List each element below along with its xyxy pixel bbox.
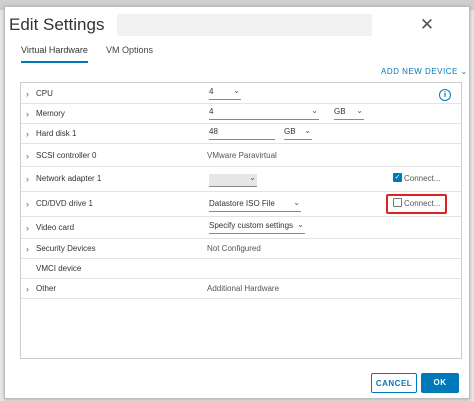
expand-chevron-icon[interactable]: › <box>26 151 29 161</box>
cpu-label: CPU <box>36 89 53 98</box>
memory-value: 4 <box>209 107 214 116</box>
expand-chevron-icon[interactable]: › <box>26 174 29 184</box>
cdrom-label: CD/DVD drive 1 <box>36 199 93 208</box>
scsi-value: VMware Paravirtual <box>207 151 277 160</box>
video-value: Specify custom settings <box>209 221 294 230</box>
add-new-device-button[interactable]: ADD NEW DEVICE ⌄ <box>381 67 468 76</box>
cpu-value: 4 <box>209 87 214 96</box>
vmci-label: VMCI device <box>36 264 82 273</box>
close-icon[interactable]: ✕ <box>419 16 435 33</box>
memory-unit-select[interactable]: GB ⌄ <box>334 106 364 120</box>
expand-chevron-icon[interactable]: › <box>26 199 29 209</box>
cpu-select[interactable]: 4 ⌄ <box>209 86 241 100</box>
row-other: › Other Additional Hardware <box>21 278 461 299</box>
chevron-down-icon: ⌄ <box>233 86 240 95</box>
chevron-down-icon: ⌄ <box>304 126 311 135</box>
memory-select[interactable]: 4 ⌄ <box>209 106 319 120</box>
expand-chevron-icon[interactable]: › <box>26 244 29 254</box>
row-cpu: › CPU 4 ⌄ <box>21 83 461 104</box>
security-label: Security Devices <box>36 244 96 253</box>
dialog-title: Edit Settings <box>9 15 105 34</box>
hard-disk-size-input[interactable]: 48 <box>209 127 275 140</box>
edit-settings-dialog: Edit Settings ✕ Virtual Hardware VM Opti… <box>4 6 470 399</box>
hard-disk-unit-select[interactable]: GB ⌄ <box>284 126 312 140</box>
row-video-card: › Video card Specify custom settings ⌄ <box>21 216 461 239</box>
hard-disk-label: Hard disk 1 <box>36 129 77 138</box>
connect-highlight-box <box>386 194 447 214</box>
row-scsi-controller: › SCSI controller 0 VMware Paravirtual <box>21 143 461 167</box>
security-value: Not Configured <box>207 244 261 253</box>
row-security-devices: › Security Devices Not Configured <box>21 238 461 259</box>
tab-vm-options[interactable]: VM Options <box>106 45 153 61</box>
network-select[interactable]: ⌄ <box>209 173 257 187</box>
hard-disk-unit: GB <box>284 127 296 136</box>
cdrom-value: Datastore ISO File <box>209 199 275 208</box>
chevron-down-icon: ⌄ <box>297 220 304 229</box>
scsi-label: SCSI controller 0 <box>36 151 97 160</box>
expand-chevron-icon[interactable]: › <box>26 89 29 99</box>
ok-button[interactable]: OK <box>421 373 459 393</box>
chevron-down-icon: ⌄ <box>311 106 318 115</box>
chevron-down-icon: ⌄ <box>356 106 363 115</box>
memory-label: Memory <box>36 109 65 118</box>
hard-disk-value: 48 <box>209 127 218 136</box>
expand-chevron-icon[interactable]: › <box>26 284 29 294</box>
expand-chevron-icon[interactable]: › <box>26 109 29 119</box>
video-card-select[interactable]: Specify custom settings ⌄ <box>209 220 305 234</box>
chevron-down-icon: ⌄ <box>293 198 300 207</box>
tab-virtual-hardware[interactable]: Virtual Hardware <box>21 45 88 63</box>
network-label: Network adapter 1 <box>36 174 102 183</box>
expand-chevron-icon[interactable]: › <box>26 223 29 233</box>
row-vmci-device: VMCI device <box>21 258 461 279</box>
cancel-button[interactable]: CANCEL <box>371 373 417 393</box>
network-connect-label: Connect... <box>404 174 441 183</box>
row-memory: › Memory 4 ⌄ GB ⌄ <box>21 103 461 124</box>
vm-name-redacted <box>117 14 372 36</box>
cdrom-source-select[interactable]: Datastore ISO File ⌄ <box>209 198 301 212</box>
row-network-adapter: › Network adapter 1 ⌄ ✓ Connect... <box>21 166 461 192</box>
other-value: Additional Hardware <box>207 284 280 293</box>
row-hard-disk: › Hard disk 1 48 GB ⌄ <box>21 123 461 144</box>
video-label: Video card <box>36 223 75 232</box>
expand-chevron-icon[interactable]: › <box>26 129 29 139</box>
chevron-down-icon: ⌄ <box>249 173 256 182</box>
hardware-panel: i › CPU 4 ⌄ › Memory 4 ⌄ GB ⌄ › Hard dis… <box>20 82 462 359</box>
memory-unit: GB <box>334 107 346 116</box>
network-connect-checkbox[interactable]: ✓ <box>393 173 402 182</box>
other-label: Other <box>36 284 57 293</box>
